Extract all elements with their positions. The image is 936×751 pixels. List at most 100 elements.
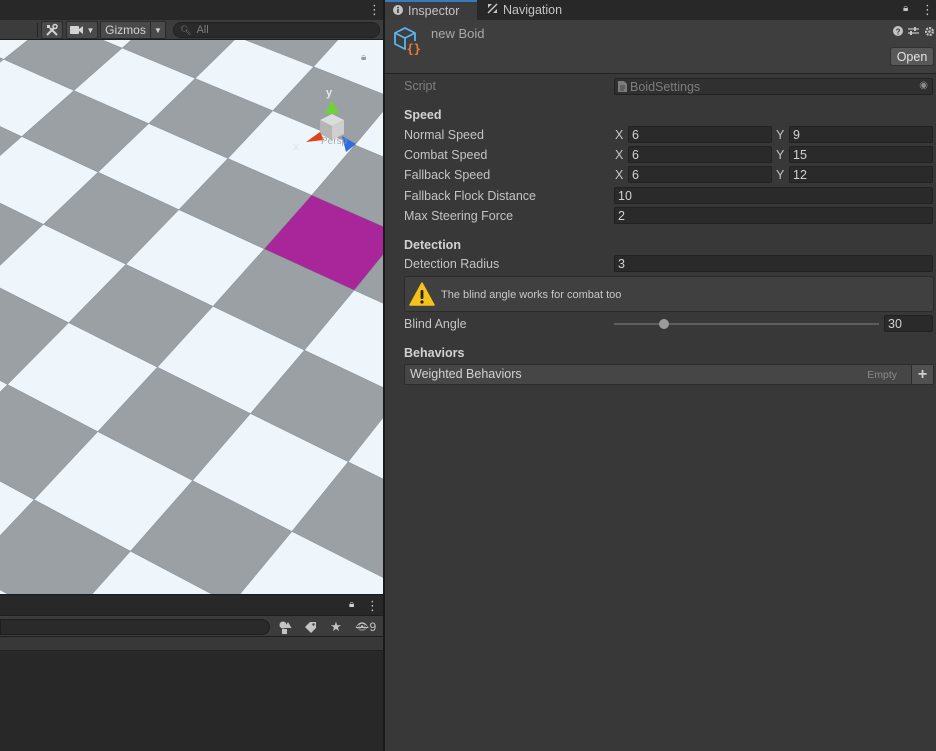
max-steering-force-input[interactable]: 2 [614,207,933,224]
script-object-field[interactable]: BoidSettings ◉ [614,78,933,95]
hierarchy-search-input[interactable] [0,619,270,635]
unity-editor-window: ⋮ ▼ Gizmos ▼ 🔍︎ All y x Persp 🔒︎ 🔒︎ ⋮ ★ … [0,0,936,751]
shapes-icon[interactable] [274,619,296,635]
tab-navigation[interactable]: Navigation [479,0,579,20]
open-button[interactable]: Open [890,47,934,66]
inspector-tab-strip: Inspector Navigation 🔒︎ ⋮ [385,0,936,20]
combat-speed-y-label[interactable]: Y [776,148,784,162]
hidden-objects-toggle[interactable]: 👁︎ 9 [351,619,381,635]
detection-radius-input[interactable]: 3 [614,255,933,272]
scene-viewport[interactable]: y x Persp 🔒︎ [0,40,383,594]
normal-speed-row: Normal Speed [404,126,484,144]
help-icon[interactable]: ? [893,26,903,39]
script-file-icon [618,81,627,92]
projection-label[interactable]: Persp [321,136,347,147]
warning-helpbox: The blind angle works for combat too [404,276,934,312]
max-steering-force-label[interactable]: Max Steering Force [404,209,513,223]
scene-search-input[interactable]: 🔍︎ All [173,22,380,38]
toolbar-separator [37,23,38,37]
preset-icon[interactable] [908,26,919,39]
detection-radius-row: Detection Radius [404,255,499,273]
warning-text: The blind angle works for combat too [441,289,622,301]
blind-angle-slider-thumb[interactable] [659,319,670,329]
camera-dropdown[interactable]: ▼ [66,21,98,39]
star-icon[interactable]: ★ [325,619,347,635]
hierarchy-list [0,637,383,651]
scene-toolbar: ▼ Gizmos ▼ 🔍︎ All [0,20,383,40]
blind-angle-slider-track[interactable] [614,323,879,325]
fallback-speed-x-input[interactable]: 6 [628,166,772,183]
weighted-behaviors-label: Weighted Behaviors [410,367,522,381]
script-label: Script [404,79,436,93]
camera-icon [69,26,83,34]
script-value: BoidSettings [630,79,701,94]
weighted-behaviors-status: Empty [867,369,897,381]
navigation-icon [487,3,498,17]
fallback-speed-label[interactable]: Fallback Speed [404,168,490,182]
behaviors-section-header: Behaviors [404,346,465,360]
lock-icon[interactable]: 🔒︎ [349,599,354,610]
fallback-flock-distance-input[interactable]: 10 [614,187,933,204]
scene-tab-strip: ⋮ [0,0,383,20]
lock-icon[interactable]: 🔒︎ [903,3,908,14]
chevron-down-icon: ▼ [86,25,95,35]
info-icon [393,4,403,18]
object-picker-icon[interactable]: ◉ [919,80,928,91]
asset-header: {} new Boid ? Open [385,20,936,74]
tab-navigation-label: Navigation [503,3,563,17]
detection-radius-label[interactable]: Detection Radius [404,257,499,271]
normal-speed-y-input[interactable]: 9 [789,126,933,143]
hierarchy-panel: 🔒︎ ⋮ ★ 👁︎ 9 [0,594,383,751]
gear-icon[interactable] [924,26,935,40]
fallback-speed-row: Fallback Speed [404,166,490,184]
blind-angle-label[interactable]: Blind Angle [404,317,467,331]
combat-speed-y-input[interactable]: 15 [789,146,933,163]
fallback-speed-y-label[interactable]: Y [776,168,784,182]
weighted-behaviors-list[interactable]: Weighted Behaviors Empty + [404,364,934,385]
scriptable-object-icon: {} [394,26,421,56]
panel-menu-icon[interactable]: ⋮ [366,599,379,612]
speed-section-header: Speed [404,108,442,122]
normal-speed-x-input[interactable]: 6 [628,126,772,143]
plus-icon: + [917,365,928,383]
normal-speed-x-label[interactable]: X [615,128,623,142]
combat-speed-x-input[interactable]: 6 [628,146,772,163]
scene-menu-icon[interactable]: ⋮ [368,3,381,16]
gizmos-dropdown[interactable]: ▼ [150,21,166,39]
gizmos-label: Gizmos [105,23,146,37]
combat-speed-label[interactable]: Combat Speed [404,148,487,162]
combat-speed-x-label[interactable]: X [615,148,623,162]
gizmo-lock-icon[interactable]: 🔒︎ [361,52,366,63]
detection-section-header: Detection [404,238,461,252]
hierarchy-toolbar: ★ 👁︎ 9 [0,615,383,637]
asset-name: new Boid [431,26,485,41]
inspector-panel: Inspector Navigation 🔒︎ ⋮ {} new Boid ? [385,0,936,751]
max-steering-force-row: Max Steering Force [404,207,513,225]
fallback-speed-x-label[interactable]: X [615,168,623,182]
hidden-count: 9 [369,620,377,634]
blind-angle-row: Blind Angle [404,315,467,333]
combat-speed-row: Combat Speed [404,146,487,164]
fallback-speed-y-input[interactable]: 12 [789,166,933,183]
tab-inspector-label: Inspector [408,4,460,18]
normal-speed-label[interactable]: Normal Speed [404,128,484,142]
normal-speed-y-label[interactable]: Y [776,128,784,142]
chevron-down-icon: ▼ [154,25,162,35]
tools-icon[interactable] [41,21,63,39]
gizmo-axis-x: x [293,141,300,153]
tab-inspector[interactable]: Inspector [385,0,477,20]
scene-search-placeholder: All [196,24,209,36]
script-row: Script [404,77,436,95]
blind-angle-input[interactable]: 30 [884,315,933,332]
inspector-menu-icon[interactable]: ⋮ [921,3,934,16]
eye-slash-icon: 👁︎ [355,621,369,633]
add-behavior-button[interactable]: + [911,365,933,384]
svg-text:{}: {} [407,42,421,56]
tag-icon[interactable] [299,619,321,635]
warning-icon [409,282,435,306]
gizmos-button[interactable]: Gizmos [100,21,150,39]
fallback-flock-distance-row: Fallback Flock Distance [404,187,536,205]
fallback-flock-distance-label[interactable]: Fallback Flock Distance [404,189,536,203]
svg-text:?: ? [896,28,901,37]
search-icon: 🔍︎ [180,24,192,35]
